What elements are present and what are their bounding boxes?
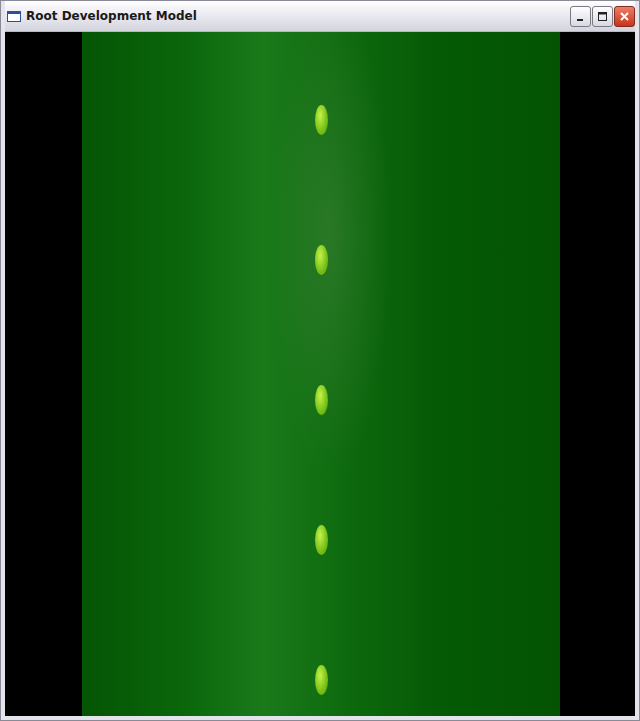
window-title: Root Development Model	[26, 9, 565, 23]
close-button[interactable]	[614, 6, 635, 27]
maximize-icon	[596, 10, 609, 23]
primordium-node	[315, 105, 328, 135]
primordium-node	[315, 385, 328, 415]
primordium-node	[315, 245, 328, 275]
maximize-button[interactable]	[592, 6, 613, 27]
render-canvas	[5, 31, 635, 716]
title-bar[interactable]: Root Development Model	[5, 1, 635, 31]
window-icon	[7, 11, 21, 22]
root-model	[82, 32, 560, 716]
window-controls	[570, 6, 635, 27]
primordium-node	[315, 525, 328, 555]
app-window: Root Development Model	[0, 0, 640, 721]
primordium-node	[315, 665, 328, 695]
minimize-icon	[574, 10, 587, 23]
close-icon	[618, 10, 631, 23]
minimize-button[interactable]	[570, 6, 591, 27]
